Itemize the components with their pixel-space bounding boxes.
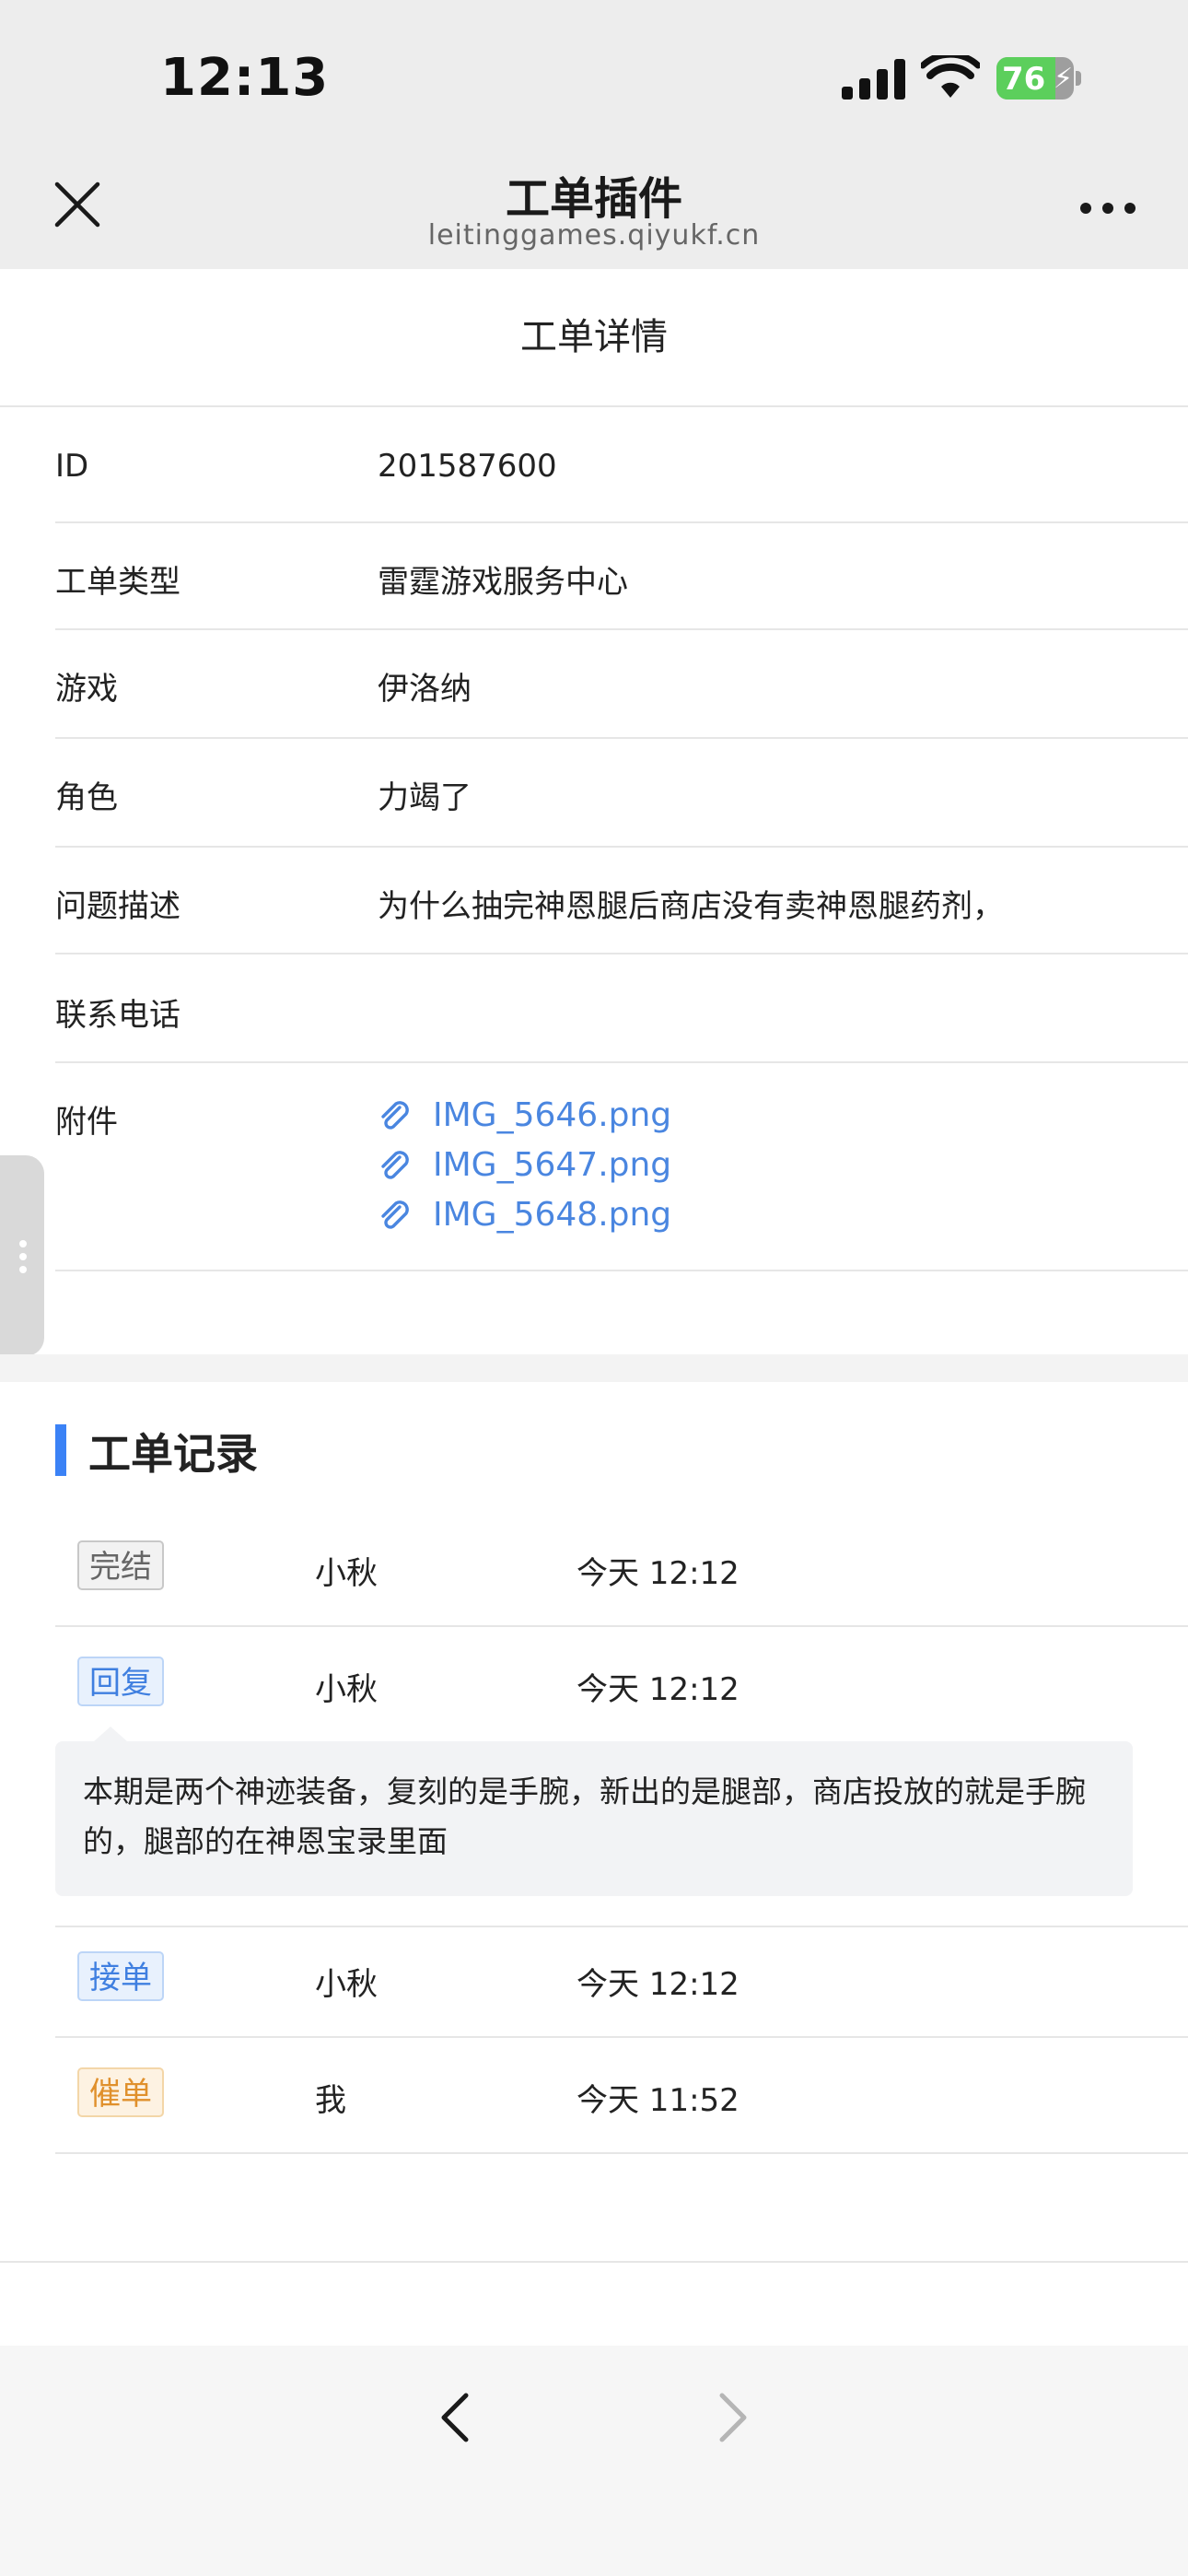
side-drawer-handle[interactable] <box>0 1155 44 1356</box>
attachment-link[interactable]: IMG_5646.png <box>378 1093 930 1142</box>
field-label: 联系电话 <box>55 997 181 1034</box>
back-chevron-icon[interactable] <box>433 2390 479 2445</box>
status-badge: 完结 <box>77 1540 164 1590</box>
record-operator: 小秋 <box>315 1671 378 1708</box>
status-time: 12:13 <box>160 48 330 108</box>
record-time: 今天 12:12 <box>577 1966 740 2003</box>
cellular-signal-icon <box>842 59 905 100</box>
field-value: 201587600 <box>378 448 557 485</box>
status-badge: 催单 <box>77 2067 164 2117</box>
battery-indicator: 76 ⚡ <box>996 57 1081 100</box>
paperclip-icon <box>381 1151 409 1179</box>
record-time: 今天 11:52 <box>577 2082 740 2119</box>
attachment-link[interactable]: IMG_5648.png <box>378 1192 930 1242</box>
content-end-divider <box>0 2261 1188 2263</box>
charging-bolt-icon: ⚡ <box>1054 63 1074 95</box>
record-operator: 小秋 <box>315 1555 378 1592</box>
field-value: 雷霆游戏服务中心 <box>378 564 628 601</box>
field-row-description: 问题描述 为什么抽完神恩腿后商店没有卖神恩腿药剂， <box>0 848 1188 954</box>
more-options-icon[interactable] <box>1077 195 1138 221</box>
field-row-type: 工单类型 雷霆游戏服务中心 <box>0 523 1188 630</box>
field-value: 伊洛纳 <box>378 671 472 708</box>
field-label: ID <box>55 448 89 485</box>
status-badge: 回复 <box>77 1657 164 1706</box>
reply-message: 本期是两个神迹装备，复刻的是手腕，新出的是腿部，商店投放的就是手腕的，腿部的在神… <box>55 1727 1133 1896</box>
attachment-name: IMG_5647.png <box>433 1146 672 1184</box>
field-value: 为什么抽完神恩腿后商店没有卖神恩腿药剂， <box>378 888 1004 925</box>
field-row-phone: 联系电话 <box>0 954 1188 1063</box>
status-badge: 接单 <box>77 1951 164 2001</box>
field-label: 附件 <box>55 1104 118 1141</box>
field-row-id: ID 201587600 <box>0 407 1188 523</box>
section-accent-bar <box>55 1424 66 1476</box>
record-operator: 我 <box>315 2082 346 2119</box>
record-operator: 小秋 <box>315 1966 378 2003</box>
field-label: 问题描述 <box>55 888 181 925</box>
paperclip-icon <box>381 1101 409 1130</box>
battery-percent: 76 <box>1002 61 1046 98</box>
attachment-name: IMG_5646.png <box>433 1096 672 1134</box>
record-row: 回复 小秋 今天 12:12 <box>0 1627 1188 1743</box>
field-value: 力竭了 <box>378 779 472 816</box>
record-row: 接单 小秋 今天 12:12 <box>0 1922 1188 2038</box>
attachment-name: IMG_5648.png <box>433 1196 672 1234</box>
field-label: 角色 <box>55 779 118 816</box>
record-time: 今天 12:12 <box>577 1671 740 1708</box>
reply-message-text: 本期是两个神迹装备，复刻的是手腕，新出的是腿部，商店投放的就是手腕的，腿部的在神… <box>83 1774 1086 1859</box>
record-time: 今天 12:12 <box>577 1555 740 1592</box>
record-row: 完结 小秋 今天 12:12 <box>0 1511 1188 1627</box>
field-label: 游戏 <box>55 671 118 708</box>
detail-title: 工单详情 <box>0 269 1188 407</box>
field-row-game: 游戏 伊洛纳 <box>0 630 1188 739</box>
page-domain: leitinggames.qiyukf.cn <box>427 219 761 252</box>
attachment-link[interactable]: IMG_5647.png <box>378 1142 930 1192</box>
top-bar: 12:13 76 ⚡ 工单插件 leitinggames.qiyukf.cn <box>0 0 1188 269</box>
page-title: 工单插件 <box>505 173 682 225</box>
records-title: 工单记录 <box>88 1429 258 1479</box>
wifi-icon <box>921 55 980 98</box>
record-row: 催单 我 今天 11:52 <box>0 2038 1188 2154</box>
field-row-role: 角色 力竭了 <box>0 739 1188 848</box>
forward-chevron-icon[interactable] <box>709 2390 755 2445</box>
section-divider <box>0 1354 1188 1382</box>
field-label: 工单类型 <box>55 564 181 601</box>
browser-bottom-bar <box>0 2346 1188 2576</box>
paperclip-icon <box>381 1200 409 1229</box>
